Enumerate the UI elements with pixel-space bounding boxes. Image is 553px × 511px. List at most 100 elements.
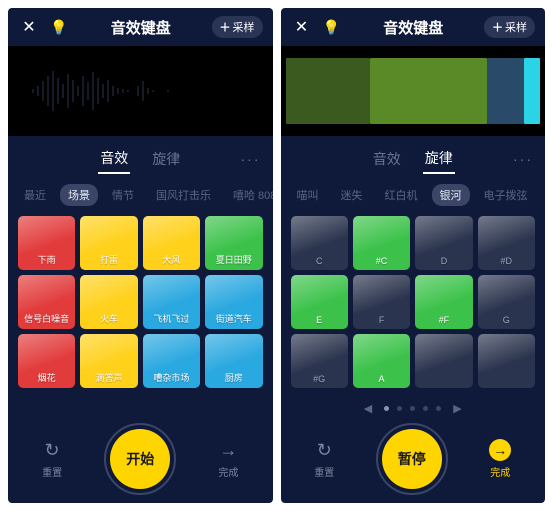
pad-label: F (379, 315, 385, 325)
chip-row[interactable]: 喵叫 迷失 红白机 银河 电子拨弦 合成弦乐 (281, 178, 546, 212)
pad[interactable]: 厨房 (205, 334, 262, 388)
waveform-area[interactable] (8, 46, 273, 136)
pager: ◀ ▶ (281, 400, 546, 421)
pad[interactable]: 街道汽车 (205, 275, 262, 329)
reset-icon: ↻ (45, 440, 60, 461)
pad-grid: 下雨 打雷 大风 夏日田野信号白噪音 火车 飞机飞过街道汽车烟花 滴答声嘈杂市场 厨房 (8, 212, 273, 421)
pad[interactable] (478, 334, 535, 388)
pad[interactable]: 滴答声 (80, 334, 137, 388)
pad-label: 烟花 (38, 371, 56, 384)
pad[interactable]: #G (291, 334, 348, 388)
track-segment[interactable] (524, 58, 540, 124)
pad[interactable]: 夏日田野 (205, 216, 262, 270)
pad-label: #G (313, 374, 325, 384)
done-button[interactable]: → 完成 (489, 439, 511, 479)
chip-famicom[interactable]: 红白机 (377, 184, 426, 206)
page-next-icon[interactable]: ▶ (449, 402, 465, 415)
pad[interactable]: G (478, 275, 535, 329)
arrow-right-icon: → (489, 439, 511, 461)
lightbulb-icon[interactable]: 💡 (48, 16, 70, 38)
pad[interactable]: 飞机飞过 (143, 275, 200, 329)
done-button[interactable]: → 完成 (218, 440, 238, 479)
page-dot[interactable] (436, 406, 441, 411)
chip-recent[interactable]: 最近 (16, 184, 54, 206)
footer: ↻ 重置 开始 → 完成 (8, 421, 273, 503)
tab-bar: 音效 旋律 ··· (8, 136, 273, 178)
pad-label: G (503, 315, 510, 325)
more-icon[interactable]: ··· (241, 151, 261, 167)
pad[interactable]: D (415, 216, 472, 270)
pad-label: #D (501, 256, 513, 266)
chip-row[interactable]: 最近 场景 情节 国风打击乐 嘻哈 808 R (8, 178, 273, 212)
track-segment[interactable] (286, 58, 371, 124)
close-icon[interactable]: ✕ (18, 16, 40, 38)
pad-label: 打雷 (100, 253, 118, 266)
reset-button[interactable]: ↻ 重置 (314, 440, 334, 479)
arrow-right-icon: → (219, 440, 237, 461)
phone-left: ✕ 💡 音效键盘 ＋ 采样 (8, 8, 273, 503)
chip-hiphop[interactable]: 嘻哈 808 (225, 184, 273, 206)
chip-lost[interactable]: 迷失 (333, 184, 371, 206)
pad[interactable]: 打雷 (80, 216, 137, 270)
pad-label: 嘈杂市场 (153, 371, 189, 384)
page-dot[interactable] (410, 406, 415, 411)
tab-melody[interactable]: 旋律 (150, 145, 182, 173)
pad[interactable]: #C (353, 216, 410, 270)
tab-melody[interactable]: 旋律 (423, 144, 455, 174)
close-icon[interactable]: ✕ (291, 16, 313, 38)
pad[interactable]: #D (478, 216, 535, 270)
pad-label: #C (376, 256, 388, 266)
pad[interactable]: F (353, 275, 410, 329)
tab-bar: 音效 旋律 ··· (281, 136, 546, 178)
pad[interactable]: #F (415, 275, 472, 329)
page-dot[interactable] (384, 406, 389, 411)
pad[interactable]: 下雨 (18, 216, 75, 270)
pad-label: 火车 (100, 312, 118, 325)
more-icon[interactable]: ··· (513, 151, 533, 167)
pad-label: D (441, 256, 448, 266)
pad-grid: C #C D #D E F #F G #G A (281, 212, 546, 400)
pad[interactable]: C (291, 216, 348, 270)
reset-button[interactable]: ↻ 重置 (42, 440, 62, 479)
page-prev-icon[interactable]: ◀ (360, 402, 376, 415)
pad[interactable] (415, 334, 472, 388)
pad[interactable]: 信号白噪音 (18, 275, 75, 329)
reset-icon: ↻ (317, 440, 332, 461)
pad-label: 夏日田野 (216, 253, 252, 266)
pad[interactable]: 大风 (143, 216, 200, 270)
chip-plot[interactable]: 情节 (104, 184, 142, 206)
page-title: 音效键盘 (351, 17, 477, 38)
pad[interactable]: A (353, 334, 410, 388)
chip-meow[interactable]: 喵叫 (289, 184, 327, 206)
pad[interactable]: E (291, 275, 348, 329)
pad-label: C (316, 256, 323, 266)
plus-icon: ＋ (220, 19, 231, 35)
plus-icon: ＋ (492, 19, 503, 35)
pad[interactable]: 火车 (80, 275, 137, 329)
sample-button[interactable]: ＋ 采样 (484, 16, 535, 38)
chip-scene[interactable]: 场景 (60, 184, 98, 206)
sample-button[interactable]: ＋ 采样 (212, 16, 263, 38)
lightbulb-icon[interactable]: 💡 (321, 16, 343, 38)
pause-button[interactable]: 暂停 (382, 429, 442, 489)
track-area[interactable] (281, 46, 546, 136)
chip-pluck[interactable]: 电子拨弦 (476, 184, 536, 206)
pad[interactable]: 嘈杂市场 (143, 334, 200, 388)
pad-label: 大风 (162, 253, 180, 266)
page-dot[interactable] (397, 406, 402, 411)
tab-sfx[interactable]: 音效 (98, 144, 130, 174)
tab-sfx[interactable]: 音效 (371, 145, 403, 173)
chip-strings[interactable]: 合成弦乐 (542, 184, 546, 206)
pad-label: 信号白噪音 (24, 312, 69, 325)
start-button[interactable]: 开始 (110, 429, 170, 489)
track-segment[interactable] (487, 58, 524, 124)
pad-label: A (379, 374, 385, 384)
pad-label: 下雨 (38, 253, 56, 266)
chip-galaxy[interactable]: 银河 (432, 184, 470, 206)
pad-label: 厨房 (225, 371, 243, 384)
page-dot[interactable] (423, 406, 428, 411)
chip-guofeng[interactable]: 国风打击乐 (148, 184, 219, 206)
track-segment[interactable] (370, 58, 486, 124)
pad-label: E (316, 315, 322, 325)
pad[interactable]: 烟花 (18, 334, 75, 388)
